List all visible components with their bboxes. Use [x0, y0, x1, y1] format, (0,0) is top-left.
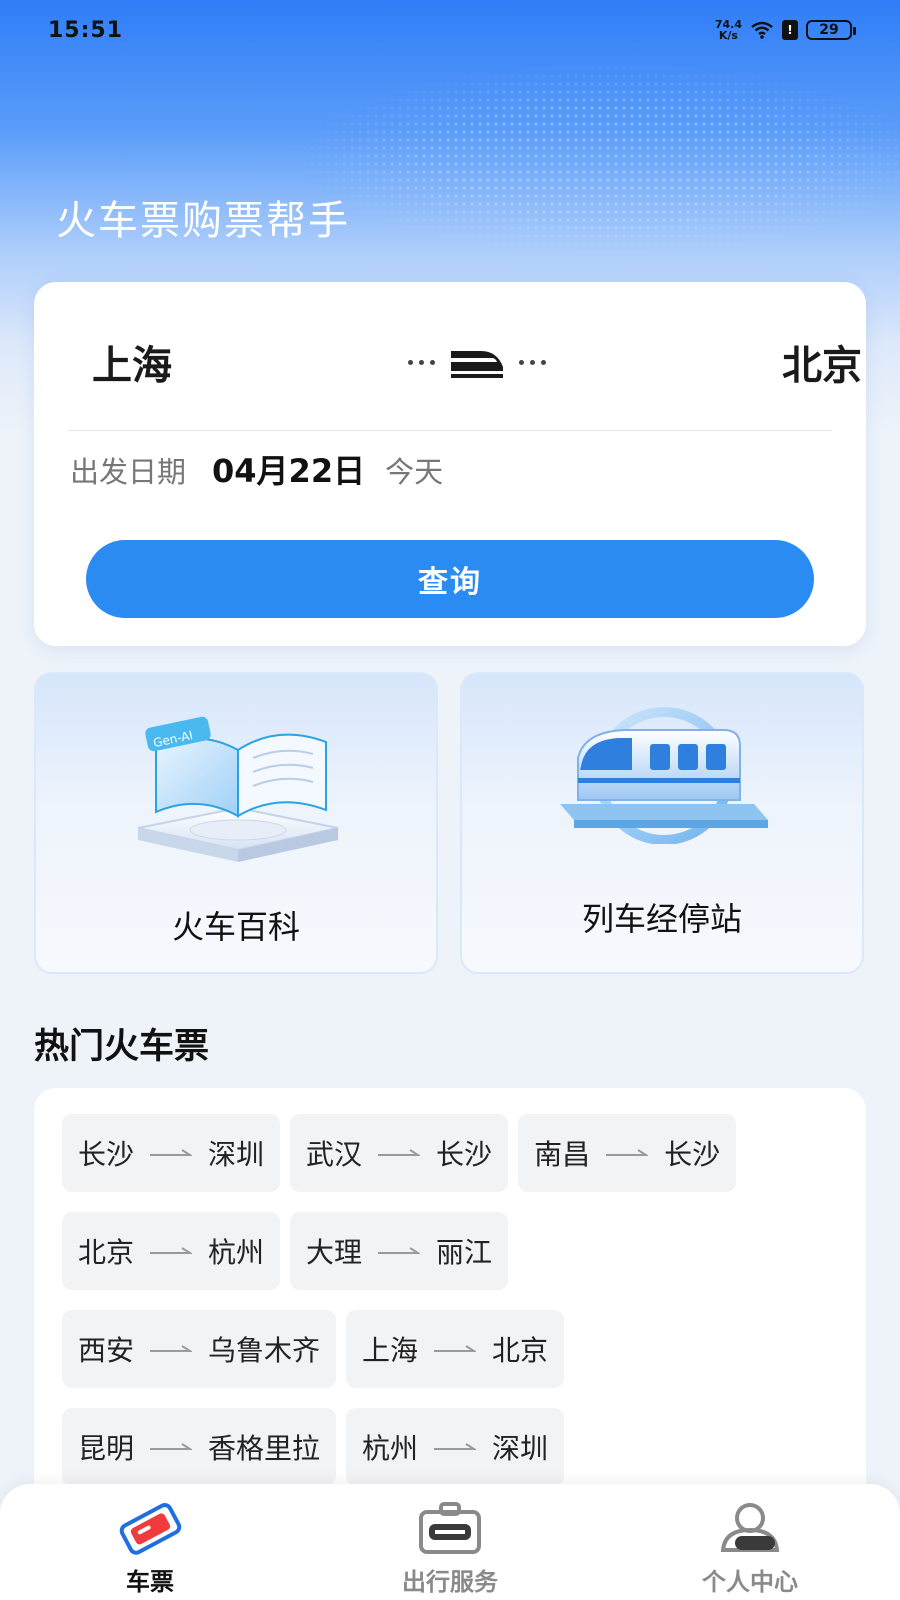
arrow-right-icon	[378, 1149, 421, 1156]
hot-row-1: 长沙 深圳 武汉 长沙 南昌 长沙	[62, 1114, 737, 1192]
arrow-right-icon	[150, 1443, 193, 1450]
tab-tickets-label: 车票	[126, 1568, 174, 1596]
route-to: 乌鲁木齐	[208, 1334, 321, 1367]
route-from: 杭州	[362, 1432, 419, 1465]
train-stops-card[interactable]: 列车经停站	[460, 672, 864, 974]
route-to: 深圳	[492, 1432, 549, 1465]
route-to: 深圳	[208, 1138, 265, 1171]
dots-right	[519, 359, 546, 365]
train-icon	[451, 351, 503, 378]
hot-route-chip[interactable]: 杭州 深圳	[346, 1408, 565, 1486]
hot-row-2: 北京 杭州 大理 丽江	[62, 1212, 509, 1290]
status-bar: 15:51 74.4 K/s ! 29	[0, 0, 900, 60]
hot-route-chip[interactable]: 西安 乌鲁木齐	[62, 1310, 337, 1388]
arrow-right-icon	[150, 1345, 193, 1352]
dots-left	[408, 359, 435, 365]
route-to: 香格里拉	[208, 1432, 321, 1465]
hot-route-chip[interactable]: 长沙 深圳	[62, 1114, 281, 1192]
tab-personal-center-label: 个人中心	[702, 1568, 798, 1596]
hot-route-chip[interactable]: 南昌 长沙	[518, 1114, 737, 1192]
hot-route-chip[interactable]: 北京 杭州	[62, 1212, 281, 1290]
route-from: 北京	[78, 1236, 135, 1269]
page-title: 火车票购票帮手	[56, 198, 350, 244]
tab-tickets[interactable]: 车票	[40, 1484, 260, 1600]
hot-route-chip[interactable]: 大理 丽江	[290, 1212, 509, 1290]
query-button[interactable]: 查询	[86, 540, 814, 618]
route-from: 南昌	[534, 1138, 591, 1171]
date-label: 出发日期	[70, 455, 187, 489]
route-from: 武汉	[306, 1138, 363, 1171]
sim-alert-icon: !	[782, 20, 798, 40]
arrow-right-icon	[434, 1443, 477, 1450]
train-stops-label: 列车经停站	[581, 900, 742, 938]
train-stops-icon	[560, 707, 768, 844]
arrow-right-icon	[434, 1345, 477, 1352]
from-city[interactable]: 上海	[92, 333, 172, 391]
train-encyclopedia-card[interactable]: Gen-AI 火车百科	[34, 672, 438, 974]
route-from: 大理	[306, 1236, 363, 1269]
route-from: 昆明	[78, 1432, 135, 1465]
route-from: 西安	[78, 1334, 135, 1367]
hot-row-3: 西安 乌鲁木齐 上海 北京	[62, 1310, 565, 1388]
tab-travel-services[interactable]: 出行服务	[340, 1484, 560, 1600]
swap-stations[interactable]	[408, 345, 546, 379]
ticket-icon	[119, 1503, 182, 1555]
date-row[interactable]: 出发日期 04月22日 今天	[70, 446, 443, 492]
briefcase-icon	[419, 1502, 481, 1554]
to-city[interactable]: 北京	[782, 333, 862, 391]
hot-tickets-title: 热门火车票	[34, 1027, 210, 1067]
tab-personal-center[interactable]: 个人中心	[640, 1484, 860, 1600]
arrow-right-icon	[378, 1247, 421, 1254]
bottom-tab-bar: 车票 出行服务 个人中心	[0, 1484, 900, 1600]
route-row: 上海 北京	[92, 332, 862, 392]
ticket-search-card: 上海 北京 出发日期 04月22日 今天 查询	[34, 282, 866, 646]
hot-row-4: 昆明 香格里拉 杭州 深圳	[62, 1408, 565, 1486]
route-to: 长沙	[664, 1138, 721, 1171]
divider	[68, 430, 832, 431]
route-from: 长沙	[78, 1138, 135, 1171]
arrow-right-icon	[150, 1149, 193, 1156]
arrow-right-icon	[606, 1149, 649, 1156]
hot-route-chip[interactable]: 武汉 长沙	[290, 1114, 509, 1192]
encyclopedia-label: 火车百科	[171, 908, 300, 946]
arrow-right-icon	[150, 1247, 193, 1254]
route-to: 丽江	[436, 1236, 493, 1269]
network-speed: 74.4 K/s	[715, 19, 742, 41]
battery-indicator: 29	[806, 20, 856, 40]
hot-route-chip[interactable]: 上海 北京	[346, 1310, 565, 1388]
status-time: 15:51	[48, 17, 124, 43]
wifi-icon	[751, 21, 773, 39]
route-from: 上海	[362, 1334, 419, 1367]
date-hint: 今天	[385, 455, 444, 489]
route-to: 长沙	[436, 1138, 493, 1171]
speed-unit: K/s	[718, 29, 738, 42]
route-to: 北京	[492, 1334, 549, 1367]
user-icon	[720, 1503, 780, 1552]
route-to: 杭州	[208, 1236, 265, 1269]
hot-route-chip[interactable]: 昆明 香格里拉	[62, 1408, 337, 1486]
status-indicators: 74.4 K/s ! 29	[715, 19, 856, 41]
departure-date[interactable]: 04月22日	[212, 446, 365, 492]
tab-travel-services-label: 出行服务	[402, 1568, 498, 1596]
encyclopedia-book-icon: Gen-AI	[137, 716, 339, 862]
